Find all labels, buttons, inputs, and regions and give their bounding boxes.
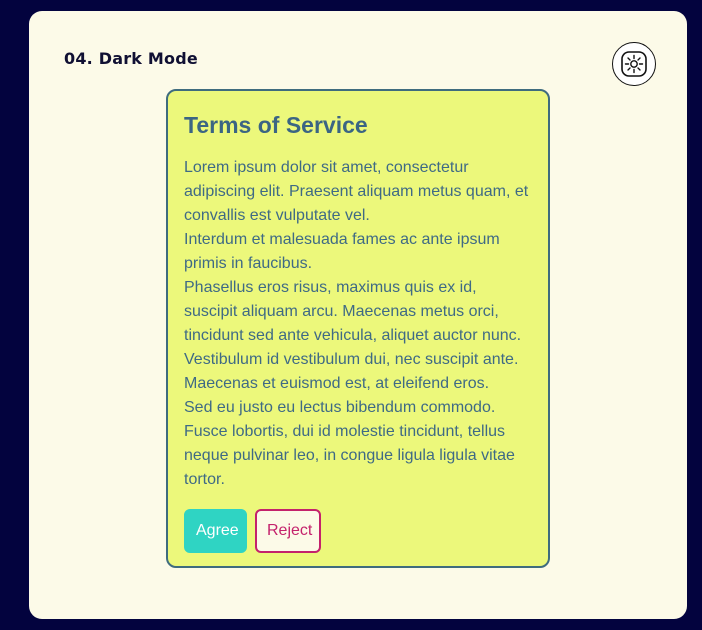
terms-paragraph: Vestibulum id vestibulum dui, nec suscip… <box>184 351 519 368</box>
page-title: 04. Dark Mode <box>64 49 198 68</box>
theme-toggle-button[interactable] <box>612 42 656 86</box>
terms-paragraph: Sed eu justo eu lectus bibendum commodo. <box>184 399 496 416</box>
card-title: Terms of Service <box>184 112 368 138</box>
terms-paragraph: Fusce lobortis, dui id molestie tincidun… <box>184 423 515 488</box>
card-actions: Agree Reject <box>184 509 532 553</box>
agree-button[interactable]: Agree <box>184 509 247 553</box>
terms-paragraph: Lorem ipsum dolor sit amet, consectetur … <box>184 159 529 224</box>
terms-paragraph: Phasellus eros risus, maximus quis ex id… <box>184 279 522 344</box>
terms-paragraph: Interdum et malesuada fames ac ante ipsu… <box>184 231 500 272</box>
brightness-icon <box>621 51 647 77</box>
terms-text: Lorem ipsum dolor sit amet, consectetur … <box>184 156 532 492</box>
terms-paragraph: Maecenas et euismod est, at eleifend ero… <box>184 375 490 392</box>
reject-button[interactable]: Reject <box>255 509 321 553</box>
app-frame: 04. Dark Mode Terms of Service Lorem ips… <box>29 11 687 619</box>
terms-card: Terms of Service Lorem ipsum dolor sit a… <box>166 89 550 568</box>
